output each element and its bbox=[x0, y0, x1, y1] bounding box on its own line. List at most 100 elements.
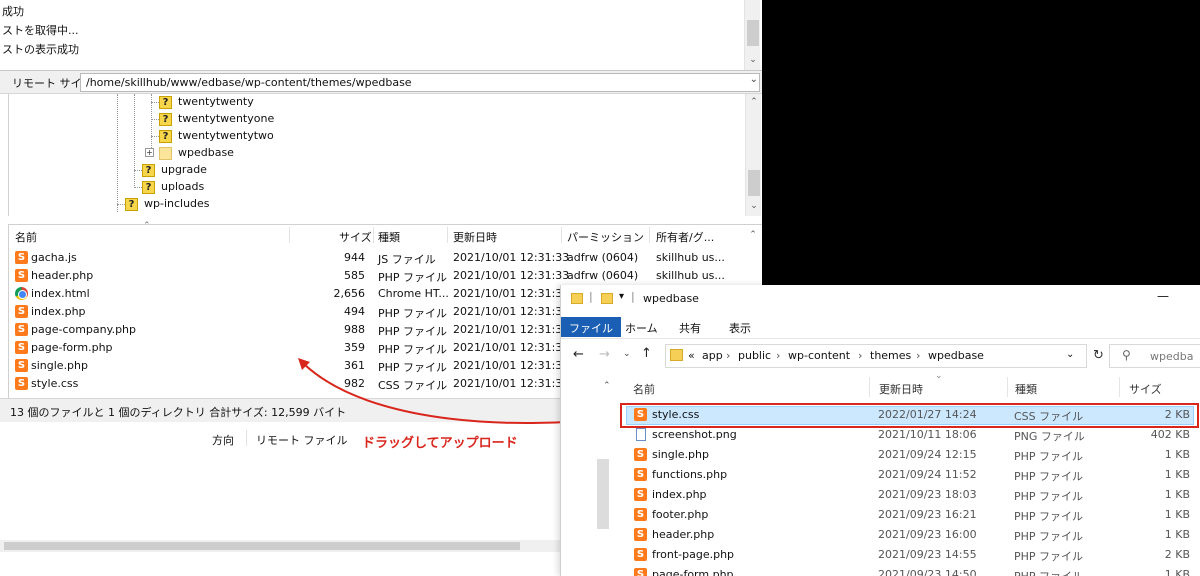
queue-horizontal-scrollbar[interactable] bbox=[0, 540, 560, 552]
explorer-row[interactable]: screenshot.png 2021/10/11 18:06 PNG ファイル 40… bbox=[628, 425, 1200, 445]
column-header-name[interactable]: 名前 bbox=[15, 229, 37, 245]
file-owner: skillhub us... bbox=[656, 269, 725, 282]
quick-access-folder-icon[interactable] bbox=[601, 293, 613, 304]
remote-path-input[interactable]: /home/skillhub/www/edbase/wp-content/the… bbox=[80, 73, 760, 92]
chrome-icon bbox=[15, 287, 28, 300]
tree-item-wpedbase[interactable]: wpedbase bbox=[159, 146, 234, 163]
tree-scrollbar[interactable]: ⌃ ⌄ bbox=[745, 94, 761, 216]
customize-toolbar-icon[interactable]: ▾ bbox=[619, 291, 624, 302]
log-line: ストを取得中... bbox=[2, 24, 79, 37]
file-name: functions.php bbox=[652, 468, 728, 481]
chevron-down-icon[interactable]: ⌄ bbox=[750, 74, 758, 85]
explorer-row[interactable]: Sindex.php 2021/09/23 18:03 PHP ファイル 1 KB bbox=[628, 485, 1200, 505]
scroll-thumb[interactable] bbox=[4, 542, 520, 550]
chevron-up-icon[interactable]: ⌃ bbox=[747, 96, 761, 108]
column-header-type[interactable]: 種類 bbox=[1015, 381, 1037, 397]
tab-file[interactable]: ファイル bbox=[561, 317, 621, 337]
recent-locations-icon[interactable]: ⌄ bbox=[623, 349, 631, 359]
explorer-row[interactable]: Spage-form.php 2021/09/23 14:50 PHP ファイル 1 … bbox=[628, 565, 1200, 576]
search-box[interactable]: ⚲ wpedba bbox=[1109, 344, 1200, 368]
separator: | bbox=[631, 290, 635, 303]
file-row[interactable]: Spage-company.php 988 PHP ファイル 2021/10/01 1… bbox=[9, 321, 569, 339]
explorer-row[interactable]: Sfront-page.php 2021/09/23 14:55 PHP ファイル 2… bbox=[628, 545, 1200, 565]
file-row[interactable]: Sheader.php 585 PHP ファイル 2021/10/01 12:31:3… bbox=[9, 267, 569, 285]
tree-item[interactable]: ? twentytwentyone bbox=[159, 112, 274, 129]
file-modified: 2021/10/01 12:31:33 bbox=[453, 269, 570, 282]
file-modified: 2021/10/11 18:06 bbox=[878, 428, 977, 441]
explorer-row[interactable]: Ssingle.php 2021/09/24 12:15 PHP ファイル 1 KB bbox=[628, 445, 1200, 465]
explorer-row[interactable]: Sfunctions.php 2021/09/24 11:52 PHP ファイル 1 … bbox=[628, 465, 1200, 485]
tree-item[interactable]: ? twentytwenty bbox=[159, 95, 254, 112]
file-row[interactable]: Sgacha.js 944 JS ファイル 2021/10/01 12:31:33 bbox=[9, 249, 569, 267]
breadcrumb-wp-content[interactable]: wp-content bbox=[788, 349, 850, 362]
column-header-owner[interactable]: 所有者/グ... bbox=[656, 229, 714, 245]
breadcrumb-wpedbase[interactable]: wpedbase bbox=[928, 349, 984, 362]
file-name: screenshot.png bbox=[652, 428, 737, 441]
file-type: JS ファイル bbox=[378, 253, 436, 266]
tree-item-label: uploads bbox=[161, 180, 205, 193]
column-header-name[interactable]: 名前 bbox=[633, 381, 655, 397]
minimize-button[interactable]: — bbox=[1157, 289, 1169, 303]
address-bar[interactable]: « app › public › wp-content › themes › w… bbox=[665, 344, 1087, 368]
breadcrumb-app[interactable]: app bbox=[702, 349, 723, 362]
tree-item[interactable]: ? wp-includes bbox=[125, 197, 210, 214]
up-arrow-icon[interactable]: ↑ bbox=[641, 346, 652, 361]
column-header-type[interactable]: 種類 bbox=[378, 229, 400, 245]
breadcrumb-public[interactable]: public bbox=[738, 349, 771, 362]
folder-icon bbox=[571, 293, 583, 304]
sublime-file-icon: S bbox=[15, 377, 28, 390]
column-header-modified[interactable]: 更新日時 bbox=[879, 381, 923, 397]
file-row[interactable]: index.html 2,656 Chrome HT... 2021/10/01 12… bbox=[9, 285, 569, 303]
log-scrollbar[interactable]: ⌄ bbox=[744, 0, 760, 70]
refresh-icon[interactable]: ↻ bbox=[1093, 348, 1104, 363]
file-modified: 2021/10/01 12:31:33 bbox=[453, 323, 570, 336]
explorer-row[interactable]: Sfooter.php 2021/09/23 16:21 PHP ファイル 1 KB bbox=[628, 505, 1200, 525]
file-size: 1 KB bbox=[1164, 468, 1190, 481]
tree-item[interactable]: ? uploads bbox=[142, 180, 204, 197]
chevron-down-icon[interactable]: ⌄ bbox=[1066, 349, 1074, 360]
tab-home[interactable]: ホーム bbox=[617, 317, 666, 337]
column-header-modified[interactable]: 更新日時 bbox=[453, 229, 497, 245]
chevron-up-icon[interactable]: ⌃ bbox=[603, 381, 611, 391]
column-header-permission[interactable]: パーミッション bbox=[567, 229, 644, 245]
sublime-file-icon: S bbox=[634, 508, 647, 521]
ribbon-tabs: ファイル ホーム 共有 表示 bbox=[561, 315, 1200, 339]
file-size: 2 KB bbox=[1164, 548, 1190, 561]
column-header-size[interactable]: サイズ bbox=[1129, 381, 1162, 397]
chevron-down-icon[interactable]: ⌄ bbox=[746, 54, 760, 66]
file-name: page-form.php bbox=[652, 568, 734, 576]
column-header-size[interactable]: サイズ bbox=[339, 229, 372, 245]
file-permission: adfrw (0604) bbox=[567, 251, 639, 264]
chevron-up-icon[interactable]: ⌃ bbox=[746, 229, 760, 241]
tree-item-label: twentytwenty bbox=[178, 95, 254, 108]
file-name: page-form.php bbox=[31, 341, 113, 354]
chevron-down-icon[interactable]: ⌄ bbox=[747, 200, 761, 212]
sublime-file-icon: S bbox=[15, 269, 28, 282]
tree-item-label: wp-includes bbox=[144, 197, 210, 210]
tree-item[interactable]: ? upgrade bbox=[142, 163, 207, 180]
sublime-file-icon: S bbox=[634, 488, 647, 501]
expand-icon[interactable]: + bbox=[145, 148, 154, 157]
breadcrumb-themes[interactable]: themes bbox=[870, 349, 911, 362]
queue-header-direction[interactable]: 方向 bbox=[212, 432, 234, 448]
sublime-file-icon: S bbox=[15, 305, 28, 318]
image-file-icon bbox=[636, 428, 646, 441]
tab-view[interactable]: 表示 bbox=[721, 317, 759, 337]
explorer-row[interactable]: Sheader.php 2021/09/23 16:00 PHP ファイル 1 KB bbox=[628, 525, 1200, 545]
log-line: ストの表示成功 bbox=[2, 43, 79, 56]
file-row[interactable]: Sindex.php 494 PHP ファイル 2021/10/01 12:31:33 bbox=[9, 303, 569, 321]
scroll-thumb[interactable] bbox=[747, 20, 759, 46]
tree-item[interactable]: ? twentytwentytwo bbox=[159, 129, 274, 146]
file-name: index.html bbox=[31, 287, 90, 300]
tab-share[interactable]: 共有 bbox=[671, 317, 709, 337]
tree-item-label: wpedbase bbox=[178, 146, 234, 159]
breadcrumb-overflow[interactable]: « bbox=[688, 349, 695, 362]
unknown-folder-icon: ? bbox=[125, 197, 138, 211]
forward-arrow-icon[interactable]: → bbox=[599, 347, 610, 362]
separator: | bbox=[589, 290, 593, 303]
scroll-thumb[interactable] bbox=[748, 170, 760, 196]
file-size: 1 KB bbox=[1164, 508, 1190, 521]
back-arrow-icon[interactable]: ← bbox=[573, 347, 584, 362]
file-size: 1 KB bbox=[1164, 568, 1190, 576]
queue-header-remote-file[interactable]: リモート ファイル bbox=[256, 432, 348, 448]
